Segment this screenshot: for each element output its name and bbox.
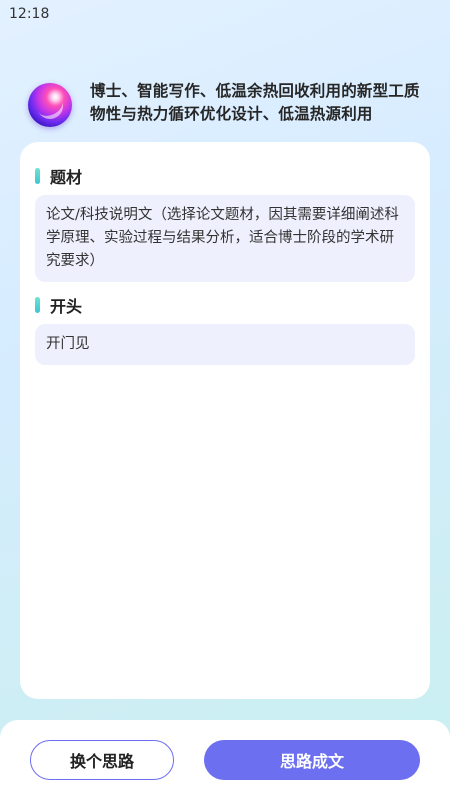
section-header-opening: 开头	[35, 293, 82, 317]
section-title-topic: 题材	[50, 168, 83, 187]
section-marker	[35, 297, 40, 313]
page-title: 博士、智能写作、低温余热回收利用的新型工质物性与热力循环优化设计、低温热源利用	[90, 82, 420, 123]
header: 博士、智能写作、低温余热回收利用的新型工质物性与热力循环优化设计、低温热源利用	[28, 80, 438, 130]
status-bar: 12:18	[0, 0, 450, 28]
generate-article-button[interactable]: 思路成文	[204, 740, 420, 780]
section-marker	[35, 168, 40, 184]
section-header-topic: 题材	[35, 164, 82, 188]
status-time: 12:18	[9, 6, 50, 22]
section-content-opening: 开门见	[35, 324, 415, 365]
change-idea-button[interactable]: 换个思路	[30, 740, 174, 780]
content-card: 题材 论文/科技说明文（选择论文题材，因其需要详细阐述科学原理、实验过程与结果分…	[20, 142, 430, 699]
section-content-topic: 论文/科技说明文（选择论文题材，因其需要详细阐述科学原理、实验过程与结果分析，适…	[35, 195, 415, 282]
section-title-opening: 开头	[50, 297, 83, 316]
app-logo-icon	[28, 83, 72, 127]
bottom-action-bar: 换个思路 思路成文	[0, 720, 450, 800]
